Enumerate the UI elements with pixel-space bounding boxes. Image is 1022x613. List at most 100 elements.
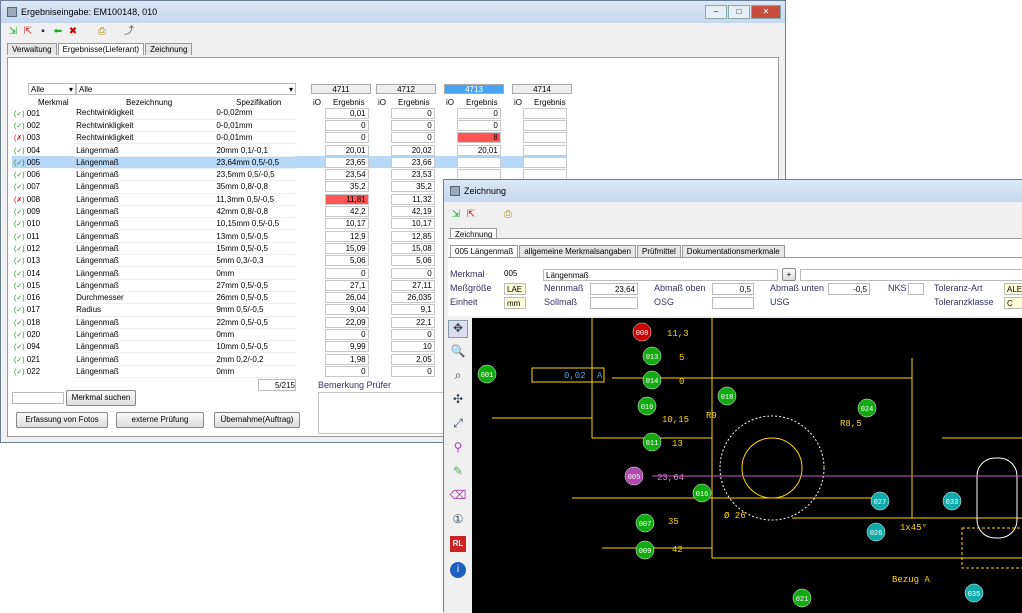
minimize-button[interactable]: –: [705, 5, 727, 19]
export-icon[interactable]: ⤴: [123, 26, 135, 38]
zoom-area-icon[interactable]: ⌕: [448, 368, 468, 386]
spez-cell: 42mm 0,8/-0,8: [214, 205, 295, 219]
bezeichnung-cell: Rechtwinkligkeit: [74, 107, 215, 120]
osg-field[interactable]: [712, 297, 754, 309]
externe-pruefung-button[interactable]: externe Prüfung: [116, 412, 204, 428]
new-icon[interactable]: ⇲: [7, 26, 19, 38]
exit-icon[interactable]: ⇱: [22, 26, 34, 38]
tab-verwaltung[interactable]: Verwaltung: [7, 43, 57, 55]
table-row[interactable]: (✓) 004 Längenmaß 20mm 0,1/-0,1 20,01 20,02 2…: [12, 143, 567, 157]
pan-icon[interactable]: ✥: [448, 320, 468, 338]
bezeichnung-cell: Längenmaß: [74, 193, 215, 206]
zoom-icon[interactable]: 🔍: [448, 344, 468, 362]
new-icon[interactable]: ⇲: [450, 209, 462, 221]
spez-cell: 2mm 0,2/-0,2: [214, 352, 295, 366]
edit-marker-icon[interactable]: ✎: [448, 464, 468, 482]
marker-label-018: 018: [721, 394, 734, 402]
dimension-text: Ø 26: [724, 511, 746, 521]
toolbar: ⇲ ⇱ ▪ ⬅ ✖ ⎙ ⤴: [1, 23, 785, 41]
nennmass-field[interactable]: 23,64: [590, 283, 638, 295]
move-icon[interactable]: ✣: [448, 392, 468, 410]
abmass-unten-field[interactable]: -0,5: [828, 283, 870, 295]
merkmal-cell: (✓) 094: [14, 342, 41, 352]
part-header-4711[interactable]: 4711: [311, 84, 371, 94]
save-icon[interactable]: ▪: [37, 26, 49, 38]
spez-cell: 27mm 0,5/-0,5: [214, 279, 295, 292]
info-icon[interactable]: i: [450, 562, 466, 578]
technical-drawing[interactable]: 0080130140180100110070090160240210010050…: [472, 318, 1022, 613]
subtab-doku[interactable]: Dokumentationsmerkmale: [681, 245, 785, 257]
bezeichnung-cell: Längenmaß: [74, 279, 215, 292]
bemerkung-field[interactable]: [318, 392, 448, 434]
maximize-button[interactable]: □: [728, 5, 750, 19]
table-row[interactable]: (✗) 003 Rechtwinkligkeit 0-0,01mm 0 0 8: [12, 131, 567, 145]
table-row[interactable]: (✓) 005 Längenmaß 23,64mm 0,5/-0,5 23,65 23,…: [12, 156, 567, 169]
toleranzart-field[interactable]: ALE: [1004, 283, 1022, 295]
spez-cell: 13mm 0,5/-0,5: [214, 229, 295, 243]
printer-icon[interactable]: ⎙: [502, 209, 514, 221]
back-arrow-icon[interactable]: ⬅: [52, 26, 64, 38]
bezeichnung-cell: Durchmesser: [74, 291, 215, 305]
sollmass-field[interactable]: [590, 297, 638, 309]
toleranzklasse-field[interactable]: C: [1004, 297, 1022, 309]
col-io: iO: [378, 98, 386, 107]
close-button[interactable]: ✕: [751, 5, 781, 19]
merkmal-suchen-button[interactable]: Merkmal suchen: [66, 390, 136, 406]
add-merkmal-button[interactable]: +: [782, 268, 796, 281]
search-input[interactable]: [12, 392, 64, 404]
merkmal-label: Merkmal: [450, 269, 485, 279]
dimension-text: 10,15: [662, 415, 689, 425]
merkmal-cell: (✓) 021: [14, 354, 41, 364]
marker-label-027: 027: [874, 499, 887, 507]
dimension-text: 0: [679, 377, 684, 387]
spez-cell: 22mm 0,5/-0,5: [214, 316, 295, 329]
drawing-toolbar: ✥ 🔍 ⌕ ✣ ⤢ ⚲ ✎ ⌫ ① RL i: [444, 318, 472, 613]
delete-icon[interactable]: ✖: [67, 26, 79, 38]
nennmass-label: Nennmaß: [544, 283, 584, 293]
bezeichnung-cell: Radius: [74, 303, 215, 317]
spez-cell: 0-0,01mm: [214, 131, 295, 145]
tab-ergebnisse[interactable]: Ergebnisse(Lieferant): [57, 43, 145, 55]
part-header-4712[interactable]: 4712: [376, 84, 436, 94]
tab-zeichnung[interactable]: Zeichnung: [145, 43, 193, 55]
bezeichnung-cell: Längenmaß: [74, 217, 215, 231]
part-header-4714[interactable]: 4714: [512, 84, 572, 94]
spez-cell: 23,64mm 0,5/-0,5: [214, 156, 295, 169]
merkmal-cell: (✗) 003: [14, 133, 41, 143]
merkmal-cell: (✓) 005: [14, 157, 41, 167]
filter-select-2[interactable]: Alle ▾: [76, 83, 296, 95]
dimension-text: Bezug A: [892, 575, 930, 585]
exit-icon[interactable]: ⇱: [465, 209, 477, 221]
subtab-allgemein[interactable]: allgemeine Merkmalsangaben: [519, 245, 636, 257]
bezeichnung-cell: Längenmaß: [74, 156, 215, 169]
messgroesse-field[interactable]: LAE: [504, 283, 526, 295]
abmass-oben-field[interactable]: 0,5: [712, 283, 754, 295]
fotos-button[interactable]: Erfassung von Fotos: [16, 412, 108, 428]
col-io: iO: [446, 98, 454, 107]
counter: 5/215: [258, 379, 296, 391]
einheit-field[interactable]: mm: [504, 297, 526, 309]
col-io: iO: [313, 98, 321, 107]
fit-icon[interactable]: ⤢: [448, 416, 468, 434]
bemerkung-label: Bemerkung Prüfer: [318, 380, 392, 390]
bezeichnung-cell: Längenmaß: [74, 205, 215, 219]
dimension-text: 35: [668, 517, 679, 527]
merkmal-cell: (✓) 011: [14, 231, 40, 241]
add-marker-icon[interactable]: ⚲: [448, 440, 468, 458]
merkmal-cell: (✓) 001: [14, 108, 41, 118]
table-row[interactable]: (✓) 001 Rechtwinkligkeit 0-0,02mm 0,01 0 0: [12, 107, 567, 120]
subtab-pruefmittel[interactable]: Prüfmittel: [637, 245, 681, 257]
part-header-4713[interactable]: 4713: [444, 84, 504, 94]
rl-icon[interactable]: RL: [450, 536, 466, 552]
filter-select-1[interactable]: Alle ▾: [28, 83, 76, 95]
uebernahme-button[interactable]: Übernahme(Auftrag): [214, 412, 300, 428]
merkmal-nr: 005: [504, 269, 518, 278]
printer-icon[interactable]: ⎙: [96, 26, 108, 38]
marker-label-010: 010: [641, 404, 654, 412]
spez-cell: 0-0,02mm: [214, 107, 295, 120]
table-row[interactable]: (✓) 002 Rechtwinkligkeit 0-0,01mm 0 0 0: [12, 119, 567, 133]
subtab-laengenmass[interactable]: 005 Längenmaß: [450, 245, 519, 257]
nks-field[interactable]: [908, 283, 924, 295]
numbering-icon[interactable]: ①: [448, 512, 468, 530]
remove-marker-icon[interactable]: ⌫: [448, 488, 468, 506]
